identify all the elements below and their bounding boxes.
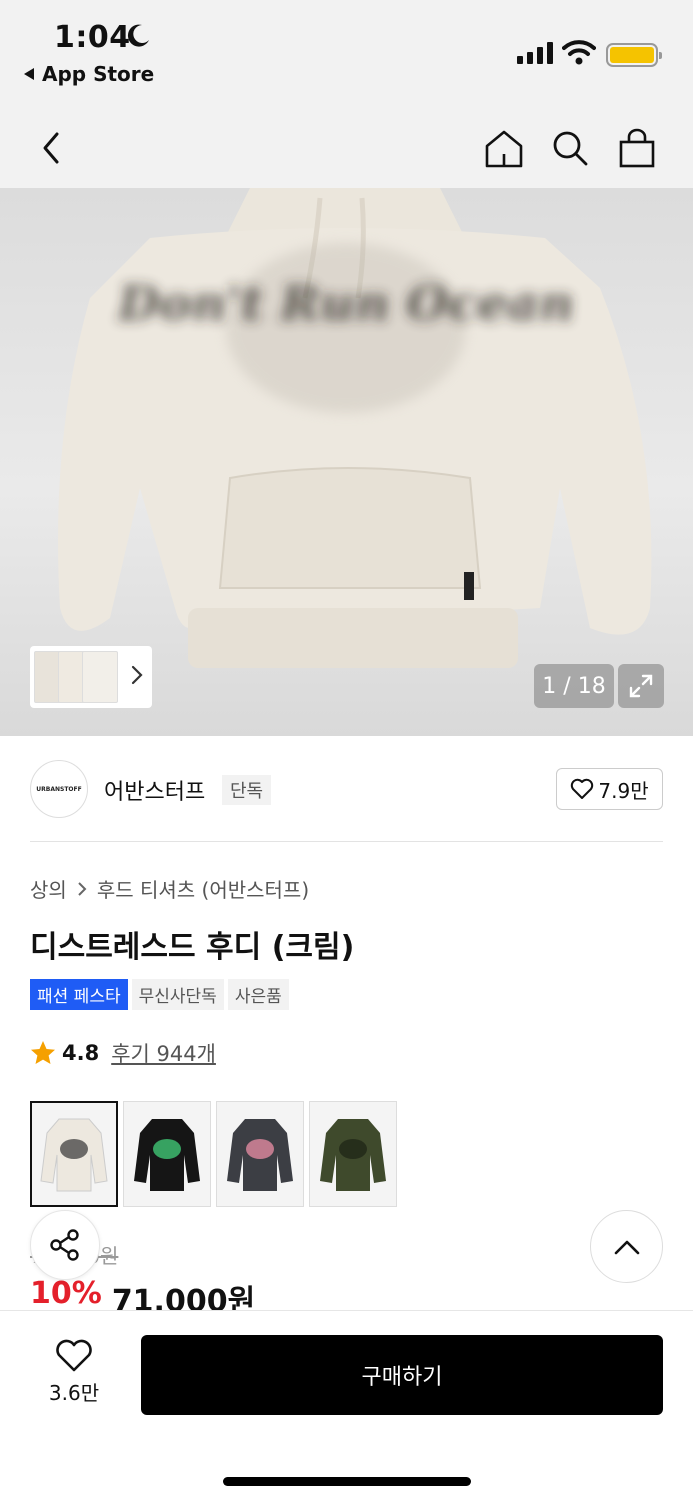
- breadcrumb: 상의 후드 티셔츠 (어반스터프): [30, 874, 309, 903]
- badge-fashion-festa: 패션 페스타: [30, 979, 128, 1010]
- color-option-olive[interactable]: [309, 1101, 397, 1207]
- chevron-right-icon: [78, 881, 87, 896]
- product-badges: 패션 페스타 무신사단독 사은품: [30, 979, 289, 1010]
- divider: [30, 841, 663, 842]
- badge-gift: 사은품: [227, 979, 289, 1010]
- brand-name[interactable]: 어반스터프: [104, 774, 205, 806]
- heart-icon: [571, 778, 594, 799]
- hoodie-thumbnail: [227, 1119, 293, 1191]
- search-button[interactable]: [542, 120, 598, 176]
- fullscreen-button[interactable]: [618, 664, 664, 708]
- battery-icon: [606, 43, 662, 67]
- status-time: 1:04: [54, 20, 131, 55]
- moon-icon: [127, 24, 149, 47]
- color-option-cream[interactable]: [30, 1101, 118, 1207]
- exclusive-tag: 단독: [222, 775, 272, 805]
- chevron-right-icon: [131, 665, 143, 685]
- expand-icon: [629, 674, 653, 698]
- buy-button[interactable]: 구매하기: [141, 1335, 663, 1415]
- hoodie-print-text: Don't Run Ocean: [116, 276, 574, 332]
- home-indicator: [223, 1477, 471, 1486]
- hoodie-thumbnail: [40, 1118, 108, 1192]
- share-icon: [50, 1229, 79, 1261]
- brand-row[interactable]: URBANSTOFF 어반스터프 단독 7.9만: [30, 760, 663, 820]
- gallery-counter: 1 / 18: [534, 664, 614, 708]
- hoodie-thumbnail: [320, 1119, 386, 1191]
- breadcrumb-subcategory[interactable]: 후드 티셔츠 (어반스터프): [97, 874, 309, 903]
- product-image[interactable]: Don't Run Ocean 1 / 18: [0, 188, 693, 736]
- cellular-signal-icon: [517, 42, 553, 64]
- rating-score: 4.8: [62, 1041, 100, 1065]
- brand-logo[interactable]: URBANSTOFF: [30, 760, 88, 818]
- bottom-purchase-bar: 3.6만 구매하기: [0, 1310, 693, 1500]
- shopping-bag-icon: [619, 128, 655, 168]
- back-triangle-icon: [24, 68, 34, 80]
- wifi-icon: [562, 40, 596, 65]
- color-option-black-green[interactable]: [123, 1101, 211, 1207]
- home-button[interactable]: [476, 120, 532, 176]
- gallery-thumbnail: [82, 651, 118, 703]
- search-icon: [553, 131, 588, 166]
- brand-like-count: 7.9만: [598, 778, 649, 803]
- color-option-charcoal[interactable]: [216, 1101, 304, 1207]
- home-icon: [485, 130, 523, 168]
- cart-button[interactable]: [609, 120, 665, 176]
- rating-row: 4.8 후기 944개: [30, 1038, 216, 1068]
- back-app-label: App Store: [42, 62, 155, 86]
- hoodie-thumbnail: [134, 1119, 200, 1191]
- wishlist-button[interactable]: 3.6만: [30, 1339, 118, 1406]
- gallery-thumbnail-strip[interactable]: [30, 646, 152, 708]
- chevron-up-icon: [614, 1240, 639, 1254]
- badge-musinsa-exclusive: 무신사단독: [131, 979, 224, 1010]
- navigation-bar: [0, 110, 693, 190]
- color-options: [30, 1101, 397, 1207]
- brand-logo-text: URBANSTOFF: [36, 785, 82, 793]
- heart-icon: [56, 1339, 92, 1372]
- star-icon: [31, 1041, 55, 1064]
- back-button[interactable]: [24, 120, 80, 176]
- product-title: 디스트레스드 후디 (크림): [30, 930, 355, 965]
- wishlist-count: 3.6만: [48, 1381, 100, 1405]
- review-count-link[interactable]: 후기 944개: [111, 1038, 216, 1068]
- share-button[interactable]: [30, 1210, 100, 1280]
- breadcrumb-category[interactable]: 상의: [30, 874, 67, 903]
- back-to-app-store[interactable]: App Store: [24, 62, 154, 86]
- scroll-to-top-button[interactable]: [590, 1210, 663, 1283]
- status-bar: 1:04 App Store: [0, 0, 693, 110]
- brand-like-button[interactable]: 7.9만: [556, 768, 663, 810]
- chevron-left-icon: [43, 132, 59, 164]
